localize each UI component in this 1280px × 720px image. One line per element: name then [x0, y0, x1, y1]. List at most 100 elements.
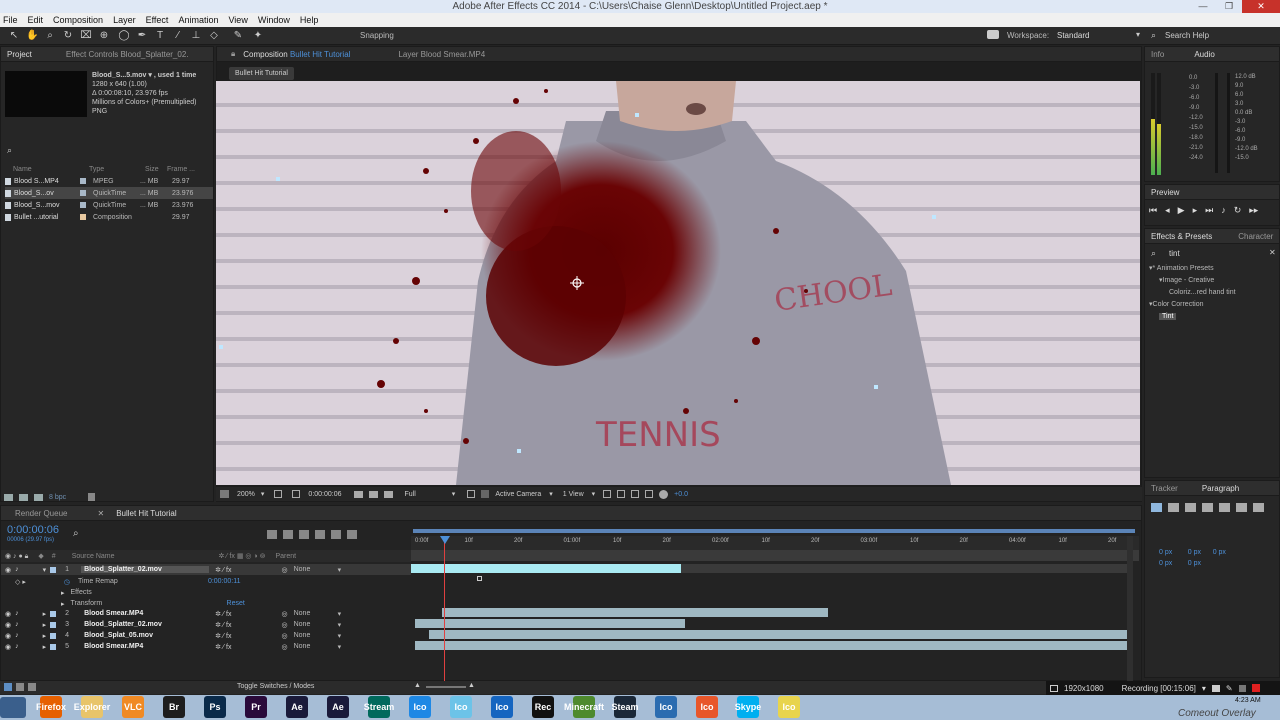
hand-tool-icon[interactable]: ✋ [26, 30, 38, 42]
chevron-down-icon[interactable]: ▾ [1136, 30, 1140, 39]
track-bar-layer-1[interactable] [411, 564, 681, 573]
visibility-icon[interactable]: ◉ [5, 632, 11, 640]
roto-tool-icon[interactable]: ✎ [232, 30, 244, 42]
audio-toggle-icon[interactable]: ♪ [15, 610, 19, 617]
view-select[interactable]: 1 View [563, 491, 584, 498]
parent-icon[interactable]: ◎ [282, 643, 288, 651]
show-snapshot-icon[interactable] [368, 490, 378, 498]
timeline-scrollbar[interactable] [1127, 536, 1133, 682]
taskbar-app-icon[interactable]: Br [163, 696, 185, 718]
snapping-label[interactable]: Snapping [360, 31, 394, 40]
zoom-out-icon[interactable]: ▲ [414, 682, 421, 689]
audio-toggle-icon[interactable]: ♪ [15, 632, 19, 639]
brainstorm-icon[interactable] [331, 530, 341, 539]
composition-viewer[interactable]: CHOOL TENNIS [216, 81, 1140, 485]
transform-row[interactable]: ▸ Transform Reset [1, 598, 411, 609]
camera-select[interactable]: Active Camera [495, 491, 541, 498]
track-bar-layer-2[interactable] [442, 608, 828, 617]
puppet-tool-icon[interactable]: ✦ [252, 30, 264, 42]
col-type[interactable]: Type [75, 166, 131, 173]
camera-tool-icon[interactable]: ⌧ [80, 30, 92, 42]
clear-search-icon[interactable]: ✕ [1269, 248, 1276, 257]
snapshot-icon[interactable] [353, 490, 363, 498]
time-remap-value[interactable]: 0:00:00:11 [208, 578, 241, 585]
taskbar-app-icon[interactable]: Ico [450, 696, 472, 718]
chevron-down-icon[interactable]: ▾ [1202, 684, 1206, 693]
label-swatch[interactable] [50, 632, 57, 639]
resolution-select[interactable]: Full [405, 491, 416, 498]
switches-header-icons[interactable]: ✲ ⁄ fx ▦ ◎ ◑ ⊚ [219, 552, 266, 560]
number-column[interactable]: # [52, 553, 56, 560]
mask-icon[interactable] [292, 490, 301, 498]
frame-blending-icon[interactable] [299, 530, 309, 539]
layer-row[interactable]: ◉ ♪ ▸ 4 Blood_Splat_05.mov ✲ ⁄ fx ◎ None ▾ [1, 630, 411, 641]
start-button[interactable] [0, 697, 26, 718]
bpc-label[interactable]: 8 bpc [49, 494, 66, 501]
toggle-icon[interactable] [603, 490, 612, 498]
chevron-down-icon[interactable]: ▾ [338, 621, 342, 629]
maximize-button[interactable]: ❐ [1216, 0, 1242, 13]
project-item[interactable]: Bullet ...utorial Composition 29.97 [5, 211, 213, 223]
effects-tree-item[interactable]: ▾ Color Correction [1149, 298, 1279, 310]
expand-arrow-icon[interactable]: ▾ [43, 566, 47, 574]
audio-toggle-icon[interactable]: ♪ [15, 643, 19, 650]
first-frame-icon[interactable]: ⏮ [1149, 205, 1157, 216]
expand-effects-icon[interactable] [16, 683, 24, 691]
fullscreen-icon[interactable] [1050, 684, 1058, 692]
effects-tree-item[interactable]: Coloriz...red hand tint [1149, 286, 1279, 298]
col-parent[interactable]: Parent [275, 553, 296, 560]
parent-icon[interactable]: ◎ [282, 566, 288, 574]
taskbar-app-icon[interactable]: Skype [735, 696, 761, 718]
audio-icon[interactable]: ♪ [1221, 205, 1226, 216]
tab-effects-presets[interactable]: Effects & Presets [1145, 232, 1218, 241]
col-source-name[interactable]: Source Name [72, 553, 115, 560]
visibility-icon[interactable]: ◉ [5, 643, 11, 651]
layer-row[interactable]: ◉ ♪ ▸ 3 Blood_Splatter_02.mov ✲ ⁄ fx ◎ None ▾ [1, 619, 411, 630]
tab-character[interactable]: Character [1232, 232, 1279, 241]
audio-toggle-icon[interactable]: ♪ [15, 566, 19, 573]
type-tool-icon[interactable]: T [154, 30, 166, 42]
project-item[interactable]: Blood_S...ov QuickTime ... MB 23.976 [5, 187, 213, 199]
audio-toggle-icon[interactable]: ♪ [15, 621, 19, 628]
chevron-down-icon[interactable]: ▾ [338, 610, 342, 618]
zoom-slider[interactable] [426, 686, 466, 688]
parent-select[interactable]: None [294, 566, 338, 573]
taskbar-app-icon[interactable]: Stream [364, 696, 394, 718]
tab-project[interactable]: Project [1, 50, 38, 59]
menu-item-help[interactable]: Help [300, 15, 319, 25]
parent-icon[interactable]: ◎ [282, 632, 288, 640]
play-icon[interactable]: ▶ [1178, 205, 1185, 216]
taskbar-app-icon[interactable]: Steam [612, 696, 639, 718]
trash-icon[interactable] [88, 493, 96, 501]
av-switch-icons[interactable]: ◉ ♪ ● 🔒︎ [5, 552, 28, 561]
reset-exposure-icon[interactable] [659, 489, 669, 499]
clone-tool-icon[interactable]: ⊥ [190, 30, 202, 42]
time-remap-icon[interactable]: ◷ [64, 578, 70, 586]
effects-tree-item[interactable]: ▾ Image - Creative [1149, 274, 1279, 286]
justify-all-icon[interactable] [1253, 503, 1264, 512]
layer-row[interactable]: ◉ ♪ ▸ 5 Blood Smear.MP4 ✲ ⁄ fx ◎ None ▾ [1, 641, 411, 652]
roi-icon[interactable] [467, 490, 476, 498]
expand-arrow-icon[interactable]: ▸ [61, 589, 65, 597]
eraser-tool-icon[interactable]: ◇ [208, 30, 220, 42]
zoom-tool-icon[interactable]: ⌕ [44, 30, 56, 42]
label-swatch[interactable] [80, 190, 86, 196]
search-icon[interactable]: ⌕ [7, 145, 12, 156]
chevron-down-icon[interactable]: ▾ [338, 632, 342, 640]
layer-switches[interactable]: ✲ ⁄ fx [215, 621, 231, 629]
layer-row[interactable]: ◉ ♪ ▾ 1 Blood_Splatter_02.mov ✲ ⁄ fx ◎ None ▾ [1, 564, 411, 575]
taskbar-app-icon[interactable]: Ae [286, 696, 308, 718]
prev-frame-icon[interactable]: ◂ [1165, 205, 1170, 216]
expand-arrow-icon[interactable]: ▸ [43, 632, 47, 640]
project-item[interactable]: Blood_S...mov QuickTime ... MB 23.976 [5, 199, 213, 211]
align-left-icon[interactable] [1151, 503, 1162, 512]
next-frame-icon[interactable]: ▸ [1193, 205, 1198, 216]
expand-arrow-icon[interactable]: ▸ [43, 621, 47, 629]
expand-arrow-icon[interactable]: ▸ [61, 600, 65, 608]
camera-icon[interactable] [1211, 684, 1220, 692]
tab-composition[interactable]: Composition Bullet Hit Tutorial [241, 50, 352, 59]
label-swatch[interactable] [80, 178, 86, 184]
tab-layer[interactable]: Layer Blood Smear.MP4 [392, 50, 491, 59]
layer-name[interactable]: Blood_Splat_05.mov [81, 632, 209, 639]
label-swatch[interactable] [50, 566, 57, 573]
